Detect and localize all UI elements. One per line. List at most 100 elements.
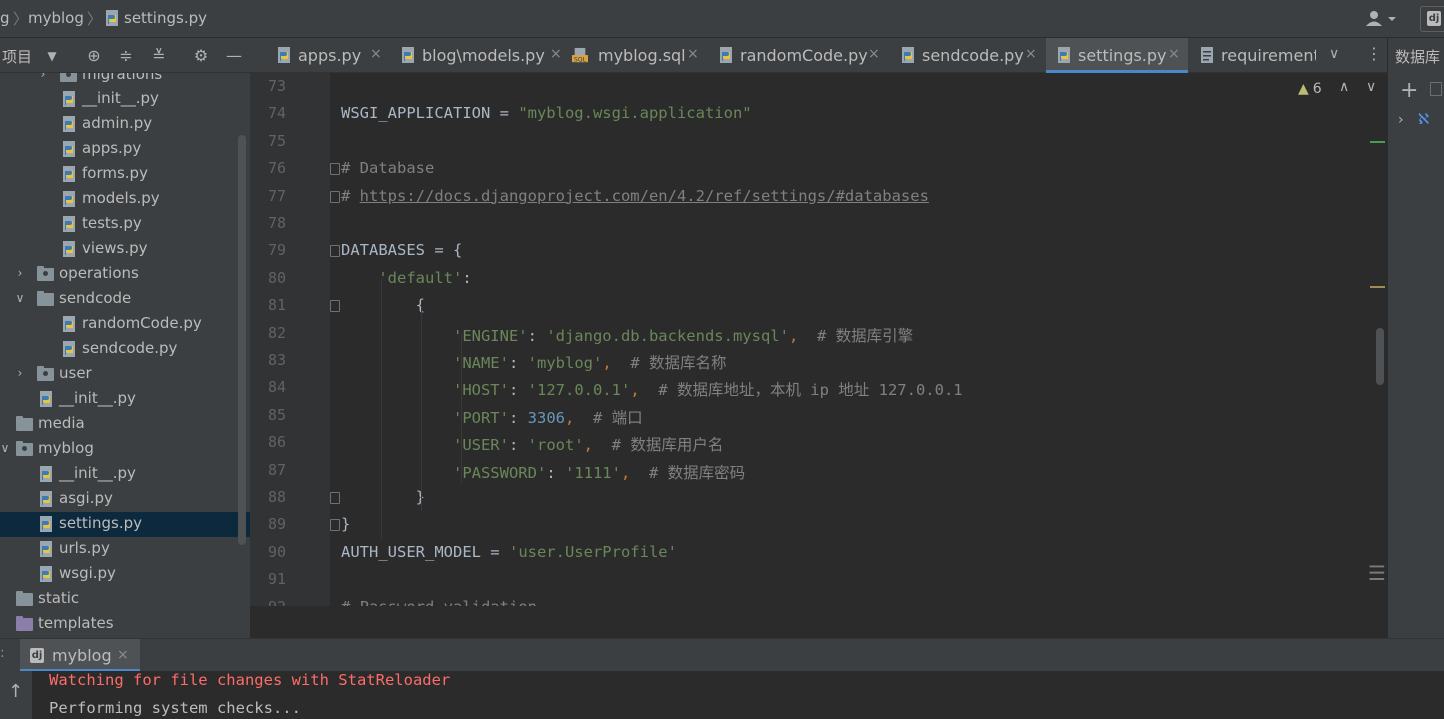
datasource-icon[interactable]: ℵ [1418, 110, 1429, 128]
tree-scrollbar[interactable] [238, 135, 246, 545]
code-line[interactable]: 'NAME': 'myblog', # 数据库名称 [341, 351, 727, 373]
database-panel-title[interactable]: 数据库 [1395, 46, 1440, 67]
more-vertical-icon[interactable]: ⋮ [1366, 44, 1382, 63]
tree-file-item[interactable]: models.py [0, 187, 250, 212]
fold-marker-icon[interactable] [330, 163, 340, 176]
tree-file-item[interactable]: __init__.py [0, 387, 250, 412]
change-marker[interactable] [1370, 141, 1385, 143]
run-configuration-button[interactable]: dj [1420, 6, 1444, 32]
warning-marker[interactable] [1370, 286, 1385, 288]
tree-item-label: templates [38, 614, 114, 632]
chevron-right-icon[interactable]: › [13, 266, 27, 280]
tree-folder-item[interactable]: static [0, 587, 250, 612]
code-line[interactable]: 'ENGINE': 'django.db.backends.mysql', # … [341, 324, 913, 346]
code-line[interactable]: 'default': [341, 269, 471, 287]
run-tab-myblog[interactable]: dj myblog × [20, 639, 140, 672]
tree-file-item[interactable]: apps.py [0, 137, 250, 162]
tree-file-item[interactable]: __init__.py [0, 462, 250, 487]
tree-file-item[interactable]: __init__.py [0, 87, 250, 112]
tree-folder-item[interactable]: › user [0, 362, 250, 387]
chevron-right-icon[interactable]: › [36, 73, 50, 81]
code-line[interactable]: 'PORT': 3306, # 端口 [341, 406, 643, 428]
hamburger-icon[interactable]: ☰ [1368, 561, 1386, 585]
minimize-icon[interactable]: — [224, 46, 244, 66]
chevron-down-icon[interactable]: ∨ [13, 291, 27, 305]
project-tree[interactable]: › migrations __init__.py admin.py apps.py… [0, 73, 250, 638]
code-line[interactable]: # https://docs.djangoproject.com/en/4.2/… [341, 187, 929, 205]
project-panel-title[interactable]: 项目 [2, 46, 32, 67]
locate-file-icon[interactable]: ⊕ [84, 46, 104, 66]
editor-tab[interactable]: settings.py × [1046, 38, 1188, 73]
tree-file-item[interactable]: forms.py [0, 162, 250, 187]
chevron-down-icon[interactable]: ∨ [1329, 46, 1339, 62]
fold-marker-icon[interactable] [330, 300, 340, 313]
code-line[interactable]: 'HOST': '127.0.0.1', # 数据库地址，本机 ip 地址 12… [341, 378, 963, 400]
tree-file-item[interactable]: randomCode.py [0, 312, 250, 337]
code-line[interactable]: WSGI_APPLICATION = "myblog.wsgi.applicat… [341, 104, 752, 122]
chevron-right-icon[interactable]: › [1398, 112, 1404, 128]
run-panel-tabs: : dj myblog × [0, 638, 1444, 672]
drag-handle-icon[interactable]: : [0, 645, 5, 661]
tree-file-item[interactable]: wsgi.py [0, 562, 250, 587]
collapse-all-icon[interactable]: ≚ [149, 46, 169, 66]
tree-file-item[interactable]: asgi.py [0, 487, 250, 512]
fold-marker-icon[interactable] [330, 190, 340, 203]
close-icon[interactable]: × [1168, 46, 1180, 62]
editor-tab[interactable]: sendcode.py × [890, 38, 1045, 73]
editor-tab[interactable]: randomCode.py × [708, 38, 888, 73]
code-line[interactable]: 'PASSWORD': '1111', # 数据库密码 [341, 461, 745, 483]
editor-tab[interactable]: apps.py × [266, 38, 390, 73]
code-editor[interactable]: 73 74 75 76 77 78 79 80 81 82 83 84 85 86 87 88 89 90 91 92… [250, 73, 1387, 606]
tree-file-item[interactable]: admin.py [0, 112, 250, 137]
close-icon[interactable]: × [550, 46, 562, 62]
inspection-widget[interactable]: ▲ 6 [1298, 81, 1322, 97]
editor-tab[interactable]: requirements [1189, 38, 1328, 73]
tree-file-item[interactable]: sendcode.py [0, 337, 250, 362]
code-line[interactable]: DATABASES = { [341, 241, 462, 259]
code-token: 'ENGINE' [452, 326, 528, 345]
previous-highlight-icon[interactable]: ∧ [1339, 79, 1349, 95]
breadcrumb-root[interactable]: g [0, 9, 10, 27]
chevron-down-icon[interactable]: ▼ [42, 46, 62, 66]
close-icon[interactable]: × [868, 46, 880, 62]
code-line[interactable]: AUTH_USER_MODEL = 'user.UserProfile' [341, 543, 677, 561]
run-console[interactable]: ↑ Watching for file changes with StatRel… [0, 671, 1444, 719]
code-line[interactable]: } [341, 488, 425, 506]
breadcrumb-file[interactable]: settings.py [124, 9, 207, 27]
code-line[interactable]: { [341, 296, 425, 314]
editor-scrollbar[interactable] [1376, 328, 1384, 385]
tree-file-item[interactable]: urls.py [0, 537, 250, 562]
close-icon[interactable]: × [1025, 46, 1037, 62]
close-icon[interactable]: × [687, 46, 699, 62]
tree-file-item[interactable]: tests.py [0, 212, 250, 237]
code-line[interactable]: # Database [341, 159, 434, 177]
tree-file-item[interactable]: settings.py [0, 512, 250, 537]
close-icon[interactable]: × [370, 46, 382, 62]
code-line[interactable]: 'USER': 'root', # 数据库用户名 [341, 433, 723, 455]
code-line[interactable]: } [341, 515, 350, 533]
user-menu-button[interactable] [1366, 10, 1400, 28]
tree-file-item[interactable]: views.py [0, 237, 250, 262]
chevron-right-icon[interactable]: › [13, 366, 27, 380]
tree-folder-item[interactable]: templates [0, 612, 250, 637]
gear-icon[interactable]: ⚙ [191, 46, 211, 66]
close-icon[interactable]: × [117, 647, 129, 663]
arrow-up-icon[interactable]: ↑ [8, 681, 23, 702]
tree-folder-item[interactable]: ∨ sendcode [0, 287, 250, 312]
add-icon[interactable]: + [1400, 78, 1418, 103]
fold-marker-icon[interactable] [330, 492, 340, 504]
tree-folder-item[interactable]: media [0, 412, 250, 437]
tree-folder-item[interactable]: › operations [0, 262, 250, 287]
copy-icon[interactable] [1430, 82, 1442, 96]
fold-marker-icon[interactable] [330, 245, 340, 258]
next-highlight-icon[interactable]: ∨ [1366, 79, 1376, 95]
expand-all-icon[interactable]: ≑ [116, 46, 136, 66]
editor-tab[interactable]: SQL myblog.sql × [566, 38, 707, 73]
tree-folder-item[interactable]: ∨ myblog [0, 437, 250, 462]
tree-folder-item[interactable]: › migrations [0, 73, 250, 88]
chevron-down-icon[interactable]: ∨ [0, 441, 12, 455]
breadcrumb-project[interactable]: myblog [28, 9, 84, 27]
editor-tab[interactable]: blog\models.py × [390, 38, 570, 73]
code-line[interactable]: # Password validation [341, 598, 537, 606]
fold-marker-icon[interactable] [330, 519, 340, 532]
